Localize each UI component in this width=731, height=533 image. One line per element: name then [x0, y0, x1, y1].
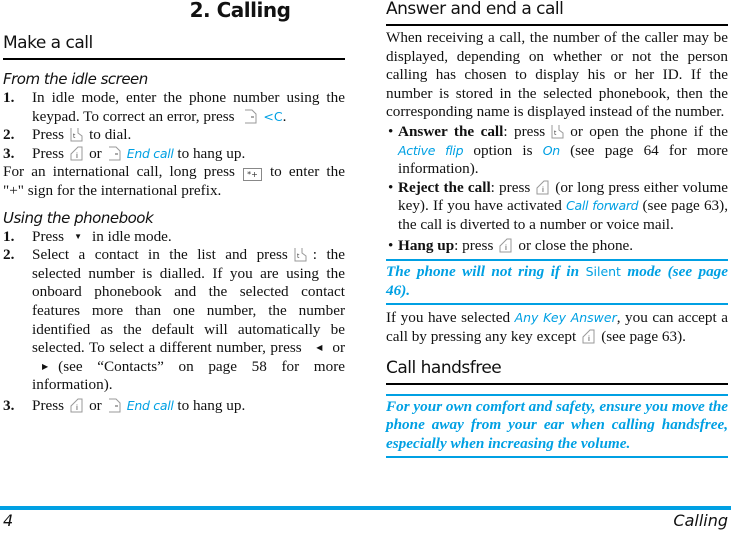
subheading-phonebook: Using the phonebook	[3, 208, 154, 227]
left-column: Make a call From the idle screen 1. In i…	[3, 32, 345, 416]
menu-on: On	[542, 142, 560, 158]
nav-left-icon: ◀	[316, 343, 323, 353]
hangup-key-icon	[536, 180, 549, 195]
phonebook-step-3: 3. Press or End call to hang up.	[3, 396, 246, 414]
answer-intro: When receiving a call, the number of the…	[386, 29, 728, 121]
idle-steps: 1. In idle mode, enter the phone number …	[3, 89, 345, 163]
hangup-key-icon	[70, 146, 83, 161]
right-column: Answer and end a call When receiving a c…	[386, 0, 728, 459]
footer-rule	[0, 506, 731, 510]
page-number: 4	[3, 511, 14, 530]
handsfree-safety-note: For your own comfort and safety, ensure …	[386, 393, 728, 459]
subheading-idle-screen: From the idle screen	[3, 70, 148, 88]
call-key-icon	[294, 247, 307, 262]
section-title-call-handsfree: Call handsfree	[386, 357, 728, 385]
menu-end-call: End call	[126, 145, 174, 161]
menu-clear: <C	[263, 108, 283, 124]
right-softkey-icon	[108, 398, 121, 413]
hangup-key-icon	[70, 398, 83, 413]
answer-bullets: • Answer the call: press or open the phon…	[386, 123, 728, 255]
nav-down-icon: ▼	[74, 231, 82, 241]
hangup-key-icon	[582, 329, 595, 344]
phonebook-step-1: 1. Press ▼ in idle mode.	[3, 227, 172, 245]
any-key-answer-paragraph: If you have selected Any Key Answer, you…	[386, 309, 728, 345]
bullet-hang-up: • Hang up: press or close the phone.	[388, 236, 634, 254]
section-title-make-a-call: Make a call	[3, 32, 345, 60]
intl-call-paragraph: For an international call, long press *+ t…	[3, 163, 345, 199]
menu-end-call: End call	[126, 397, 174, 413]
idle-step-3: 3. Press or End call to hang up.	[3, 144, 246, 162]
idle-step-2: 2. Press to dial.	[3, 126, 132, 144]
section-title-answer-end: Answer and end a call	[386, 0, 728, 26]
silent-mode-note: The phone will not ring if in Silent mod…	[386, 259, 728, 306]
hangup-key-icon	[499, 238, 512, 253]
star-key-icon: *+	[242, 168, 262, 182]
menu-silent: Silent	[585, 264, 621, 280]
menu-active-flip: Active flip	[398, 142, 464, 158]
nav-right-icon: ▶	[42, 361, 49, 371]
idle-step-1: 1. In idle mode, enter the phone number …	[3, 89, 345, 125]
right-softkey-icon	[244, 109, 257, 124]
bullet-answer: • Answer the call: press or open the phon…	[388, 122, 729, 178]
footer-chapter-name: Calling	[673, 511, 728, 530]
call-key-icon	[551, 124, 564, 139]
bullet-reject: • Reject the call: press (or long press e…	[388, 178, 729, 233]
menu-any-key-answer: Any Key Answer	[514, 310, 617, 326]
menu-call-forward: Call forward	[566, 198, 639, 214]
right-softkey-icon	[108, 146, 121, 161]
phonebook-steps: 1. Press ▼ in idle mode. 2. Select a conta…	[3, 228, 345, 416]
phonebook-step-2: 2. Select a contact in the list and pres…	[3, 246, 346, 394]
call-key-icon	[70, 127, 83, 142]
